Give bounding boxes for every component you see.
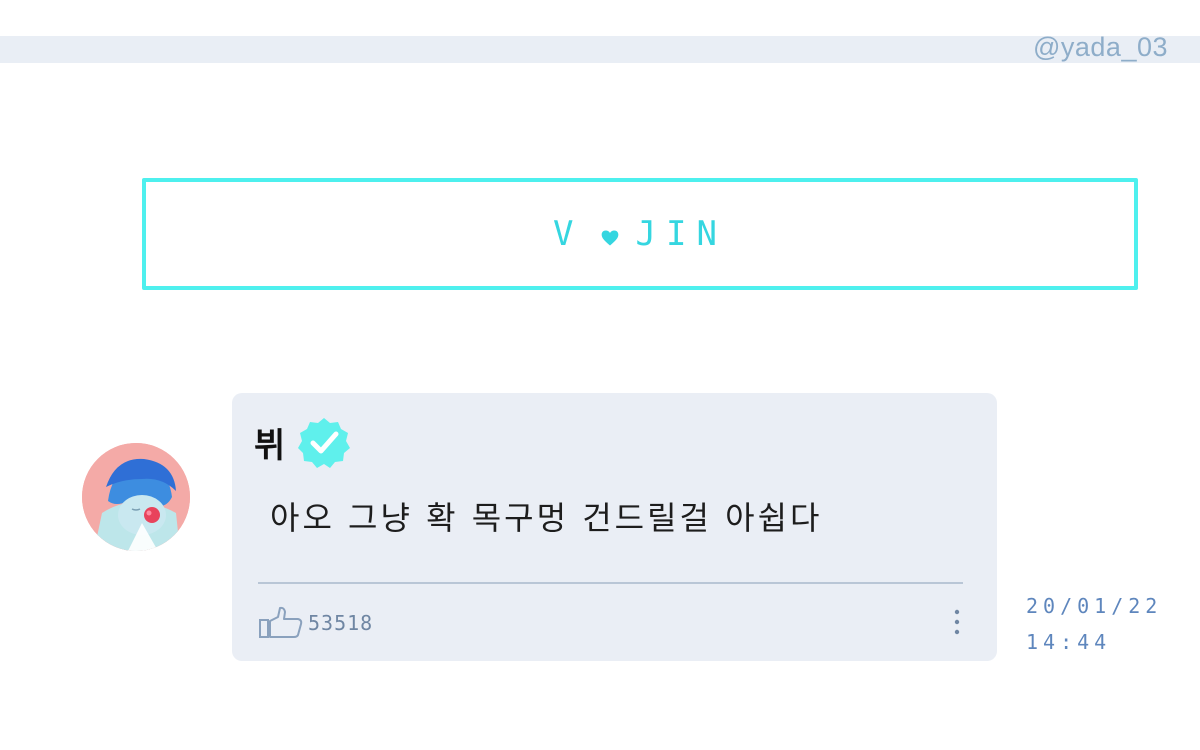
divider [258, 582, 963, 584]
watermark: @yada_03 [1032, 32, 1168, 62]
like-count: 53518 [308, 611, 374, 635]
avatar[interactable] [82, 443, 190, 551]
timestamp-date: 20/01/22 [1026, 594, 1163, 618]
thumbs-up-icon [259, 606, 303, 638]
like-button[interactable]: 53518 [258, 605, 373, 639]
top-strip [0, 36, 1200, 63]
comment-card: 뷔 아오 그냥 확 목구멍 건드릴걸 아쉽다 53518 [232, 393, 997, 661]
heart-icon [601, 230, 618, 246]
verified-badge-icon [298, 418, 351, 468]
timestamp-time: 14:44 [1026, 630, 1112, 654]
title: V JIN [553, 214, 727, 254]
comment-text: 아오 그냥 확 목구멍 건드릴걸 아쉽다 [270, 499, 823, 537]
timestamp: 20/01/22 14:44 [1026, 588, 1162, 660]
author-name[interactable]: 뷔 [254, 418, 285, 467]
page: @yada_03 V JIN 뷔 아오 그냥 확 목구멍 건드릴걸 아쉽다 53… [0, 0, 1200, 750]
avatar-illustration [82, 443, 190, 551]
more-vertical-icon[interactable] [949, 606, 965, 638]
title-right: JIN [635, 214, 727, 254]
author-row: 뷔 [254, 415, 351, 469]
title-left: V [553, 214, 584, 254]
title-box: V JIN [142, 178, 1138, 290]
